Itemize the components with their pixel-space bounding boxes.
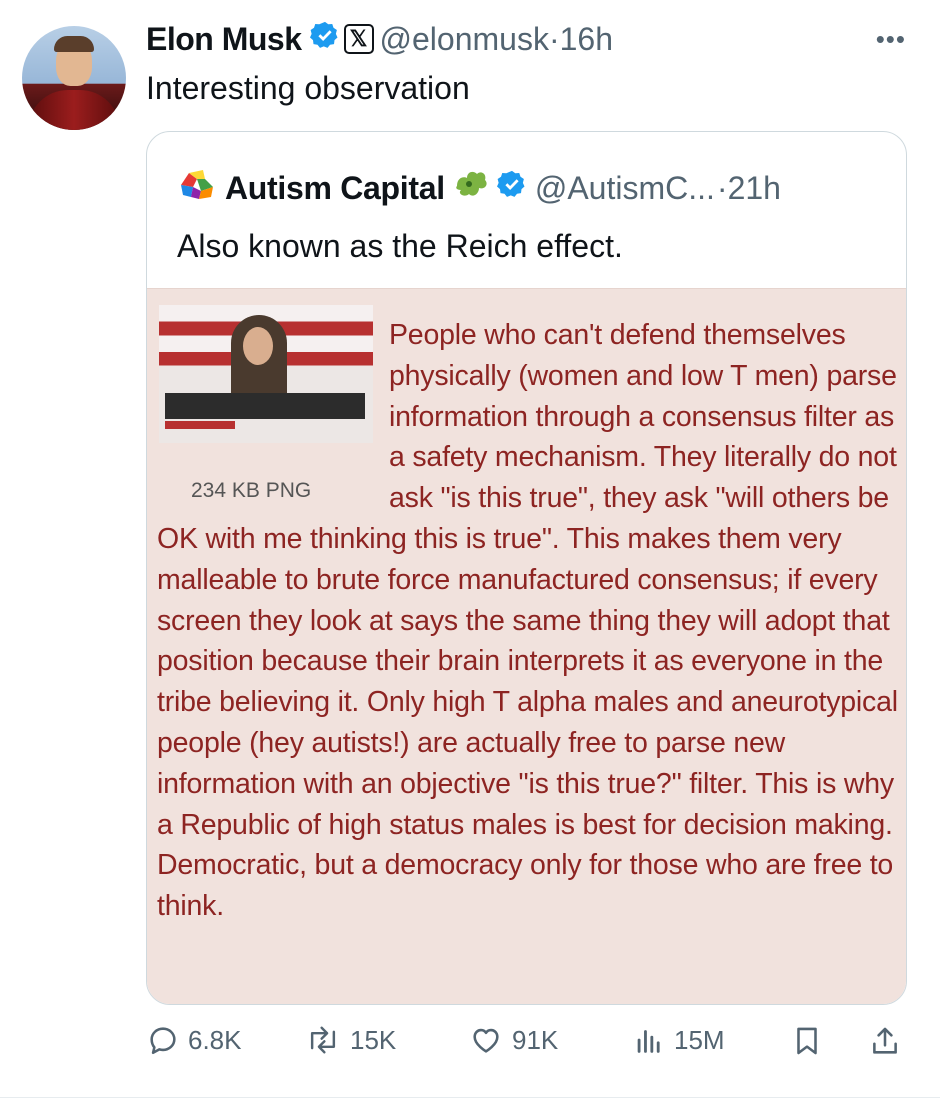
quoted-time[interactable]: 21h — [728, 170, 781, 207]
quoted-text: Also known as the Reich effect. — [177, 228, 623, 264]
like-count: 91K — [512, 1024, 559, 1055]
tweet-separator: · — [548, 20, 560, 57]
puzzle-icon — [177, 167, 217, 209]
views-count: 15M — [674, 1024, 725, 1055]
repost-count: 15K — [350, 1024, 397, 1055]
avatar-armor — [28, 90, 120, 130]
puzzle-icon — [451, 164, 491, 212]
thumbnail-spacer — [157, 315, 389, 505]
author-name[interactable]: Elon Musk — [146, 21, 302, 58]
reply-button[interactable]: 6.8K — [146, 1023, 242, 1057]
author-avatar[interactable] — [22, 26, 126, 130]
share-icon — [873, 1027, 897, 1054]
verified-badge-icon[interactable] — [496, 169, 527, 207]
quoted-author-handle[interactable]: @AutismC... — [535, 170, 715, 207]
repost-icon — [310, 1026, 336, 1054]
x-logo-icon: 𝕏 — [343, 24, 374, 54]
author-handle[interactable]: @elonmusk — [380, 21, 549, 58]
like-icon — [473, 1028, 499, 1053]
quoted-header: Autism Capital @AutismC... · 21h — [177, 164, 781, 212]
views-button[interactable]: 15M — [632, 1023, 725, 1057]
tweet-time[interactable]: 16h — [560, 21, 613, 58]
tweet-text: Interesting observation — [146, 70, 470, 106]
bookmark-icon — [797, 1027, 817, 1055]
share-button[interactable] — [868, 1023, 910, 1059]
quoted-author-name[interactable]: Autism Capital — [225, 170, 445, 207]
bookmark-button[interactable] — [790, 1023, 832, 1059]
reply-icon — [150, 1027, 176, 1055]
tweet-header: Elon Musk 𝕏 @elonmusk · 16h — [146, 20, 613, 58]
views-icon — [637, 1030, 660, 1053]
verified-badge-icon[interactable] — [309, 20, 340, 58]
reply-count: 6.8K — [188, 1024, 242, 1055]
action-bar: 6.8K 15K 91K 15M — [146, 1023, 907, 1073]
quoted-separator: · — [716, 169, 728, 206]
image-text-block: People who can't defend themselves physi… — [157, 315, 899, 927]
quoted-image[interactable]: 234 KB PNG People who can't defend thems… — [147, 288, 906, 1004]
repost-button[interactable]: 15K — [304, 1023, 396, 1057]
more-icon[interactable]: ••• — [876, 24, 906, 55]
like-button[interactable]: 91K — [468, 1023, 558, 1057]
avatar-hair — [54, 36, 94, 52]
bottom-divider — [0, 1097, 940, 1098]
quoted-tweet[interactable]: Autism Capital @AutismC... · 21h Also kn… — [146, 131, 907, 1005]
